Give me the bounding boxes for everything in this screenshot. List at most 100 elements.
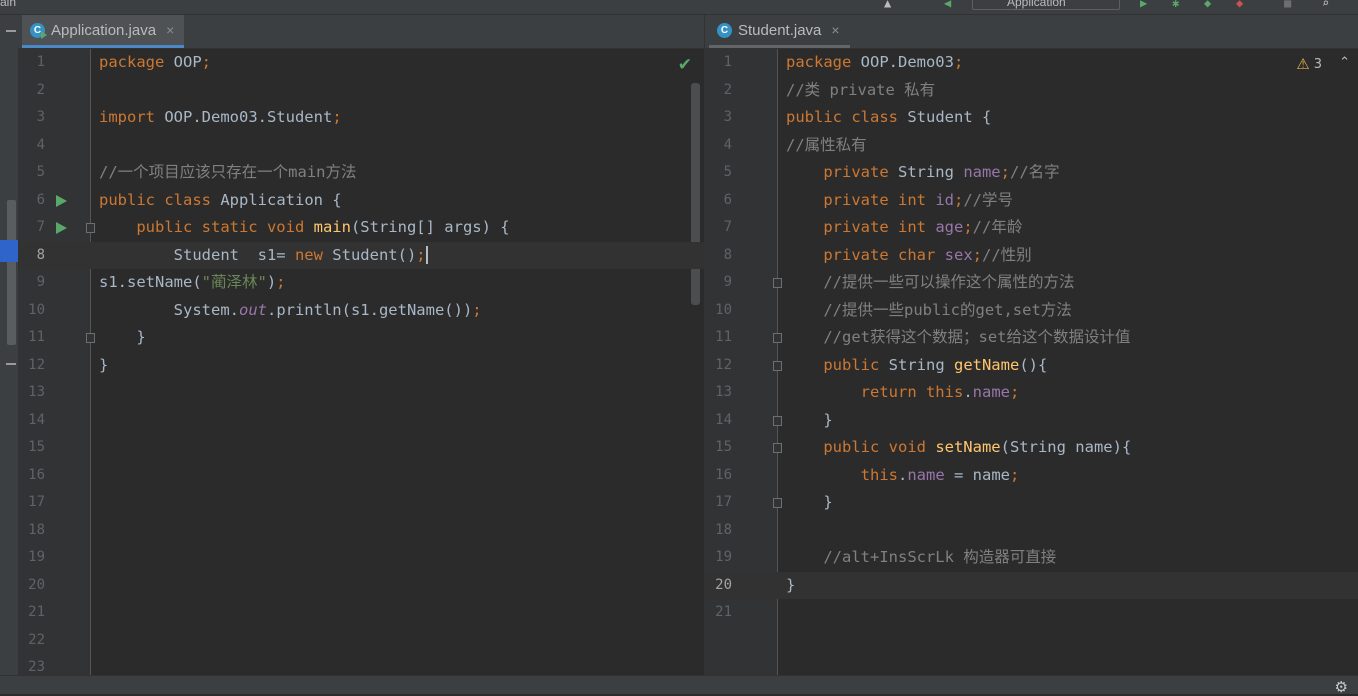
code-line[interactable]: 10 System.out.println(s1.getName());: [18, 297, 704, 325]
code-text: public static void main(String[] args) {: [99, 214, 509, 242]
tab-student-java[interactable]: C Student.java ×: [709, 15, 850, 48]
search-icon[interactable]: ⌕: [1322, 0, 1329, 10]
coverage-icon[interactable]: ◆: [1204, 0, 1211, 10]
code-line[interactable]: 21: [18, 599, 704, 627]
code-line[interactable]: 22: [18, 627, 704, 655]
code-line[interactable]: 3 public class Student {: [705, 104, 1358, 132]
fold-marker-icon[interactable]: [773, 498, 782, 508]
profile-icon[interactable]: ◆: [1236, 0, 1243, 10]
line-number: 6: [723, 191, 732, 208]
code-line[interactable]: 13 return this.name;: [705, 379, 1358, 407]
code-line[interactable]: 16 this.name = name;: [705, 462, 1358, 490]
code-line[interactable]: 19: [18, 544, 704, 572]
code-token: OOP: [173, 53, 202, 71]
code-token: .: [897, 465, 908, 484]
code-line[interactable]: 18: [18, 517, 704, 545]
code-token: //年龄: [972, 218, 1023, 236]
code-line[interactable]: 20}: [705, 571, 1358, 599]
code-line[interactable]: 6 public class Application {: [18, 187, 704, 215]
collapse-icon[interactable]: [6, 30, 16, 32]
code-line[interactable]: 11 //get获得这个数据；set给这个数据设计值: [705, 324, 1358, 352]
code-line[interactable]: 20: [18, 572, 704, 600]
close-icon[interactable]: ×: [831, 22, 839, 38]
code-line[interactable]: 4: [18, 132, 704, 160]
code-editor-application[interactable]: ✔ 1 package OOP; 2 3 import OOP.Demo03.Stude…: [18, 49, 704, 675]
run-gutter-icon[interactable]: [56, 222, 67, 234]
code-line[interactable]: 9 //提供一些可以操作这个属性的方法: [705, 269, 1358, 297]
code-line[interactable]: 17 }: [705, 489, 1358, 517]
code-line[interactable]: 2: [18, 77, 704, 105]
line-number: 11: [28, 329, 45, 345]
run-icon[interactable]: ▶: [1140, 0, 1147, 10]
code-line[interactable]: 8 Student s1= new Student();: [18, 241, 704, 269]
code-line[interactable]: 3 import OOP.Demo03.Student;: [18, 104, 704, 132]
run-configuration-select[interactable]: Application: [972, 0, 1120, 10]
fold-marker-icon[interactable]: [773, 278, 782, 288]
code-line[interactable]: 1 package OOP;: [18, 49, 704, 77]
code-line[interactable]: 7 private int age;//年龄: [705, 214, 1358, 242]
line-number: 8: [36, 246, 45, 263]
gear-icon[interactable]: ⚙: [1335, 678, 1348, 696]
code-line[interactable]: 16: [18, 462, 704, 490]
fold-marker-icon[interactable]: [773, 333, 782, 343]
code-line[interactable]: 21: [705, 599, 1358, 627]
code-line[interactable]: 14: [18, 407, 704, 435]
code-line[interactable]: 7 public static void main(String[] args)…: [18, 214, 704, 242]
line-number: 19: [28, 549, 45, 565]
fold-marker-icon[interactable]: [86, 223, 95, 233]
code-line[interactable]: 13: [18, 379, 704, 407]
line-number: 3: [723, 109, 732, 125]
line-number: 12: [715, 356, 732, 373]
code-line[interactable]: 18: [705, 517, 1358, 545]
code-line[interactable]: 6 private int id;//学号: [705, 187, 1358, 215]
fold-marker-icon[interactable]: [86, 333, 95, 343]
fold-marker-icon[interactable]: [773, 360, 782, 371]
code-line[interactable]: 9 s1.setName("蔺泽林");: [18, 269, 704, 297]
collapse-icon[interactable]: [6, 363, 16, 365]
line-number: 5: [36, 164, 45, 180]
line-number: 18: [28, 521, 45, 538]
project-tree-selection[interactable]: [0, 240, 18, 262]
code-line[interactable]: 8 private char sex;//性别: [705, 242, 1358, 270]
line-number: 1: [36, 54, 45, 70]
code-line[interactable]: 5 //一个项目应该只存在一个main方法: [18, 159, 704, 187]
code-line[interactable]: 12 public String getName(){: [705, 352, 1358, 380]
line-number: 14: [715, 411, 732, 428]
back-arrow-icon[interactable]: ◀: [944, 0, 951, 10]
code-line[interactable]: 5 private String name;//名字: [705, 159, 1358, 187]
code-line[interactable]: 17: [18, 489, 704, 517]
debug-icon[interactable]: ✱: [1172, 0, 1179, 10]
fold-marker-icon[interactable]: [773, 443, 782, 453]
code-line[interactable]: 2 //类 private 私有: [705, 77, 1358, 105]
code-text: public class Application {: [99, 187, 342, 215]
run-gutter-icon[interactable]: [56, 194, 67, 207]
code-line[interactable]: 11 }: [18, 324, 704, 352]
code-text: //get获得这个数据；set给这个数据设计值: [786, 324, 1130, 352]
code-line[interactable]: 19 //alt+InsScrLk 构造器可直接: [705, 544, 1358, 572]
code-line[interactable]: 15 public void setName(String name){: [705, 434, 1358, 462]
code-line[interactable]: 14 }: [705, 407, 1358, 435]
code-line[interactable]: 10 //提供一些public的get,set方法: [705, 297, 1358, 325]
code-token: public class: [786, 108, 908, 126]
code-text: package OOP;: [99, 49, 211, 77]
close-icon[interactable]: ×: [166, 22, 174, 38]
hammer-icon[interactable]: ▲: [884, 0, 891, 10]
code-line[interactable]: 4 //属性私有: [705, 132, 1358, 160]
code-token: OOP.Demo03.Student: [164, 108, 333, 126]
code-text: public void setName(String name){: [786, 434, 1131, 462]
code-line[interactable]: 1 package OOP.Demo03;: [705, 49, 1358, 77]
tab-application-java[interactable]: C Application.java ×: [22, 15, 185, 48]
line-number: 15: [28, 439, 45, 455]
line-number: 4: [36, 136, 45, 153]
code-text: import OOP.Demo03.Student;: [99, 104, 342, 132]
project-panel-scrollbar[interactable]: [7, 200, 16, 345]
stop-icon[interactable]: ■: [1284, 0, 1291, 10]
code-editor-student[interactable]: ⚠ 3 ⌃ 1 package OOP.Demo03; 2//类 private 私…: [705, 49, 1358, 675]
fold-marker-icon[interactable]: [773, 415, 782, 426]
code-line[interactable]: 23: [18, 654, 704, 675]
code-line[interactable]: 12}: [18, 352, 704, 380]
code-line[interactable]: 15: [18, 434, 704, 462]
